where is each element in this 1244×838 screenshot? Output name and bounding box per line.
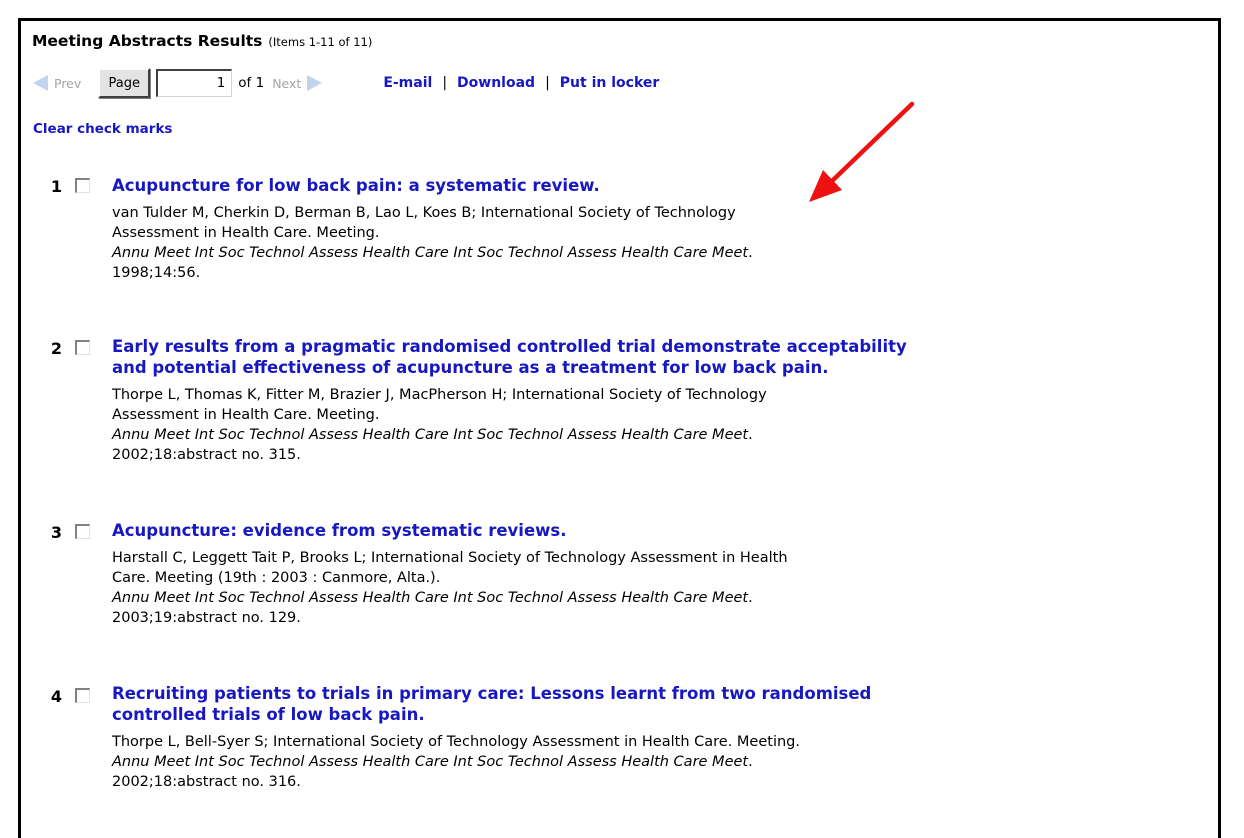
separator: | (545, 75, 550, 91)
result-title-text: Acupuncture for low back pain: a systema… (112, 176, 600, 195)
result-title-text: controlled trials of low back pain. (112, 705, 425, 724)
result-journal: Annu Meet Int Soc Technol Assess Health … (112, 245, 753, 261)
result-citation: 2003;19:abstract no. 129. (112, 610, 301, 626)
arrow-right-icon (307, 75, 323, 91)
result-title-link[interactable]: Acupuncture for low back pain: a systema… (112, 175, 1197, 196)
prev-label: Prev (54, 75, 82, 91)
authors-line: Care. Meeting (19th : 2003 : Canmore, Al… (112, 570, 441, 586)
result-body: Early results from a pragmatic randomise… (112, 336, 1197, 465)
pagination-bar: Prev Page 1 of 1 Next E-mail | Download … (33, 66, 659, 100)
result-actions: E-mail | Download | Put in locker (383, 75, 659, 91)
result-checkbox[interactable] (75, 178, 90, 193)
result-checkbox[interactable] (75, 688, 90, 703)
result-authors: van Tulder M, Cherkin D, Berman B, Lao L… (112, 203, 1197, 243)
page-button[interactable]: Page (98, 68, 151, 98)
result-title-text: Recruiting patients to trials in primary… (112, 684, 872, 703)
journal-name: Annu Meet Int Soc Technol Assess Health … (112, 590, 749, 606)
authors-line: Harstall C, Leggett Tait P, Brooks L; In… (112, 550, 788, 566)
result-title-link[interactable]: Early results from a pragmatic randomise… (112, 336, 1197, 378)
result-authors: Thorpe L, Thomas K, Fitter M, Brazier J,… (112, 385, 1197, 425)
authors-line: Assessment in Health Care. Meeting. (112, 407, 380, 423)
journal-name: Annu Meet Int Soc Technol Assess Health … (112, 427, 749, 443)
result-citation: 2002;18:abstract no. 316. (112, 774, 301, 790)
result-number: 4 (50, 687, 62, 706)
download-link[interactable]: Download (457, 75, 535, 91)
arrow-left-icon (33, 75, 48, 91)
result-journal: Annu Meet Int Soc Technol Assess Health … (112, 754, 753, 770)
result-body: Acupuncture: evidence from systematic re… (112, 520, 1197, 628)
result-body: Recruiting patients to trials in primary… (112, 683, 1197, 792)
authors-line: van Tulder M, Cherkin D, Berman B, Lao L… (112, 205, 736, 221)
page-total-label: of 1 (238, 75, 265, 91)
result-authors: Harstall C, Leggett Tait P, Brooks L; In… (112, 548, 1197, 588)
result-citation: 2002;18:abstract no. 315. (112, 447, 301, 463)
authors-line: Thorpe L, Thomas K, Fitter M, Brazier J,… (112, 387, 767, 403)
result-title-text: Early results from a pragmatic randomise… (112, 337, 907, 356)
result-number: 2 (50, 339, 62, 358)
result-checkbox[interactable] (75, 340, 90, 355)
journal-name: Annu Meet Int Soc Technol Assess Health … (112, 754, 749, 770)
email-link[interactable]: E-mail (383, 75, 432, 91)
result-title-link[interactable]: Acupuncture: evidence from systematic re… (112, 520, 1197, 541)
results-header: Meeting Abstracts Results (Items 1-11 of … (32, 31, 372, 50)
result-number: 3 (50, 523, 62, 542)
result-authors: Thorpe L, Bell-Syer S; International Soc… (112, 732, 1197, 752)
authors-line: Assessment in Health Care. Meeting. (112, 225, 380, 241)
result-citation: 1998;14:56. (112, 265, 201, 281)
result-journal: Annu Meet Int Soc Technol Assess Health … (112, 590, 753, 606)
page-title: Meeting Abstracts Results (32, 32, 263, 50)
journal-name: Annu Meet Int Soc Technol Assess Health … (112, 245, 749, 261)
result-title-link[interactable]: Recruiting patients to trials in primary… (112, 683, 1197, 725)
next-button: Next (272, 75, 323, 91)
prev-button: Prev (33, 75, 81, 91)
result-journal: Annu Meet Int Soc Technol Assess Health … (112, 427, 753, 443)
result-number: 1 (50, 177, 62, 196)
put-in-locker-link[interactable]: Put in locker (560, 75, 659, 91)
result-title-text: Acupuncture: evidence from systematic re… (112, 521, 567, 540)
items-count: (Items 1-11 of 11) (268, 35, 373, 49)
result-title-text: and potential effectiveness of acupunctu… (112, 358, 829, 377)
next-label: Next (272, 75, 302, 91)
clear-check-marks-link[interactable]: Clear check marks (33, 121, 172, 137)
separator: | (442, 75, 448, 91)
result-body: Acupuncture for low back pain: a systema… (112, 175, 1197, 283)
page-number-input[interactable]: 1 (156, 69, 233, 97)
result-checkbox[interactable] (75, 524, 90, 539)
authors-line: Thorpe L, Bell-Syer S; International Soc… (112, 734, 800, 750)
